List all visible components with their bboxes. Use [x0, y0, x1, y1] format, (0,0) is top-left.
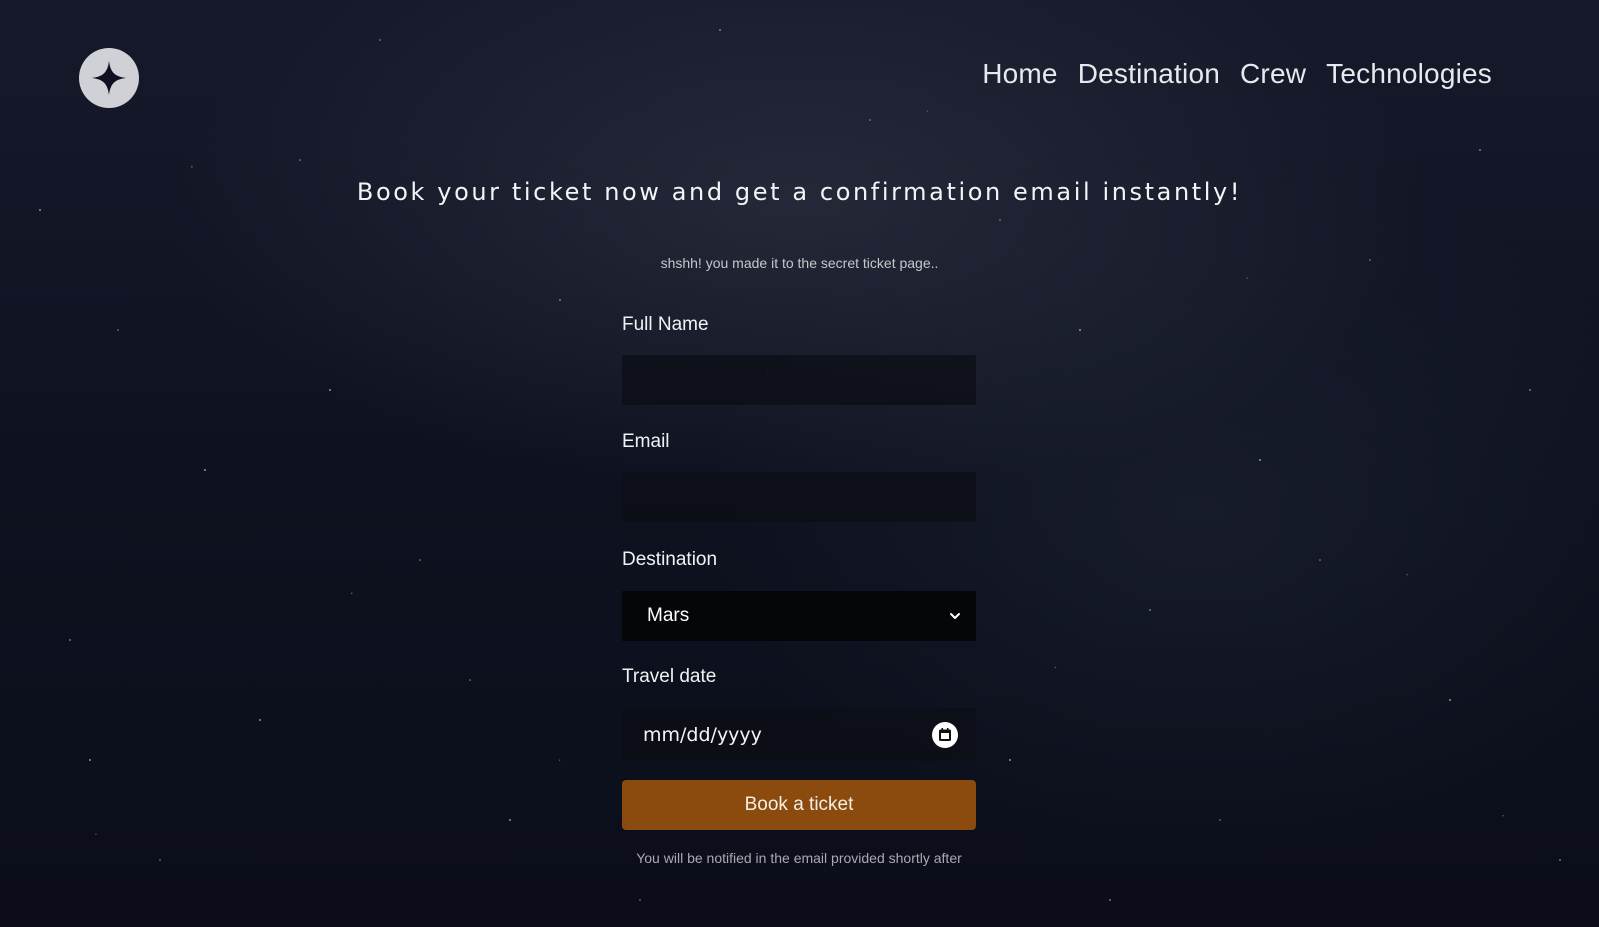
nav-crew[interactable]: Crew: [1240, 58, 1306, 90]
nav-home[interactable]: Home: [982, 58, 1058, 90]
notification-note: You will be notified in the email provid…: [636, 850, 962, 866]
full-name-input[interactable]: [622, 355, 976, 405]
email-input[interactable]: [622, 472, 976, 522]
destination-selected-value: Mars: [647, 605, 690, 626]
calendar-icon[interactable]: [932, 721, 958, 748]
nav-destination[interactable]: Destination: [1078, 58, 1220, 90]
email-label: Email: [622, 431, 670, 452]
main-nav: Home Destination Crew Technologies: [982, 58, 1492, 90]
destination-label: Destination: [622, 549, 718, 570]
book-ticket-button[interactable]: Book a ticket: [622, 780, 976, 830]
chevron-down-icon: [950, 613, 960, 619]
page-subtitle: shshh! you made it to the secret ticket …: [660, 255, 939, 271]
destination-select[interactable]: Mars: [622, 591, 976, 641]
travel-date-input[interactable]: mm/dd/yyyy: [622, 708, 976, 761]
nav-technologies[interactable]: Technologies: [1326, 58, 1492, 90]
logo[interactable]: [79, 48, 139, 108]
travel-date-value: mm/dd/yyyy: [643, 723, 762, 746]
page-title: Book your ticket now and get a confirmat…: [356, 178, 1243, 206]
full-name-label: Full Name: [622, 314, 709, 335]
star-logo-icon: [91, 60, 127, 96]
travel-date-label: Travel date: [622, 666, 717, 687]
booking-page: { "header": { "logo_icon": "star-logo-ic…: [0, 0, 1599, 927]
